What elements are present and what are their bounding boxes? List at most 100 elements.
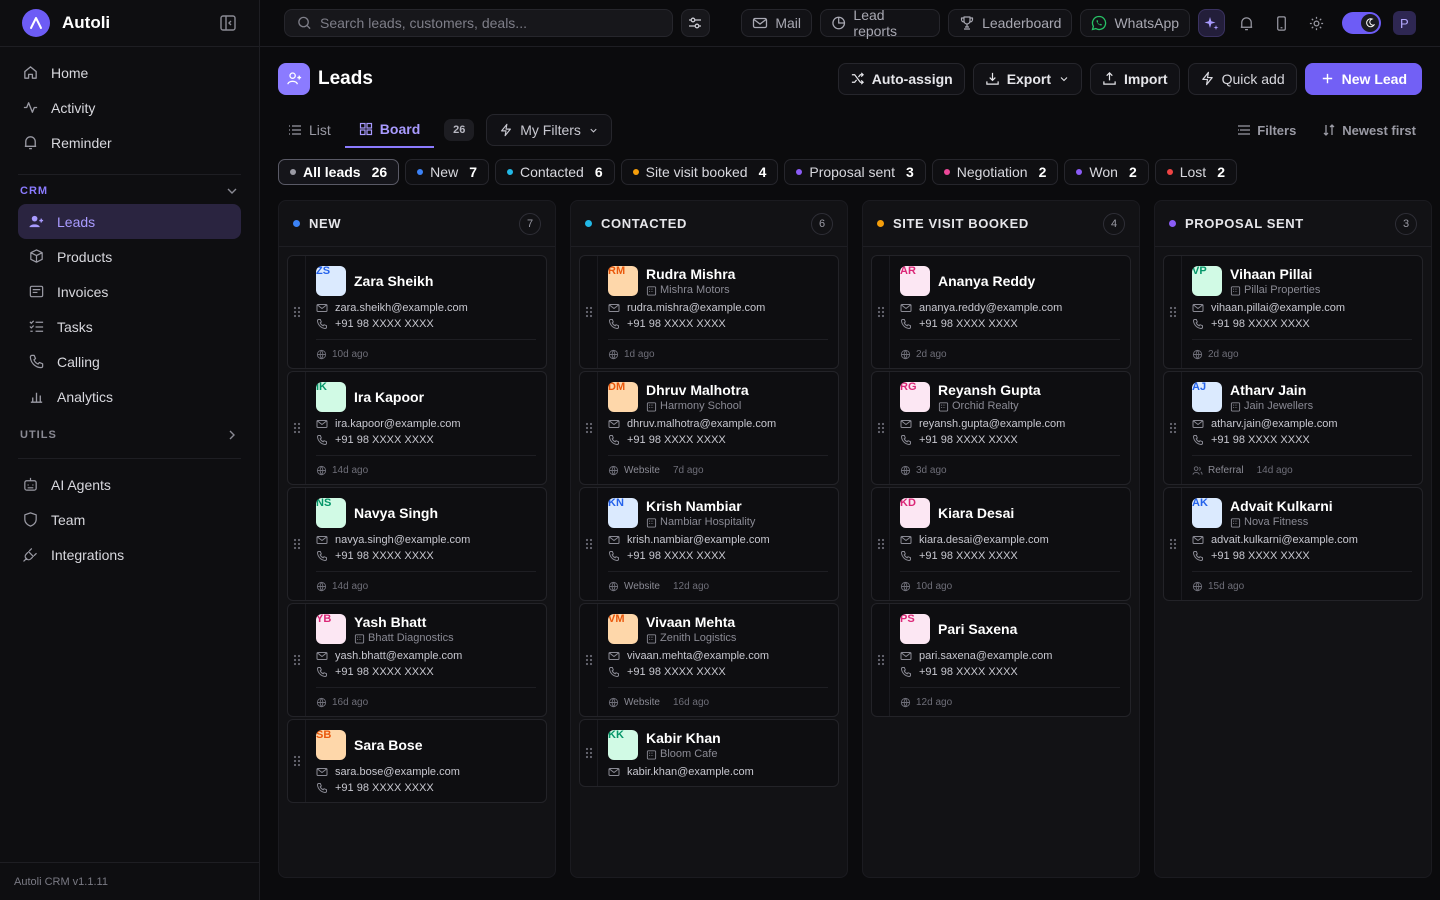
card-grip[interactable]: [1164, 256, 1182, 368]
lead-name[interactable]: Ira Kapoor: [354, 389, 424, 405]
lead-phone[interactable]: +91 98 XXXX XXXX: [608, 666, 828, 678]
sort-button[interactable]: Newest first: [1312, 123, 1426, 138]
drag-handle-icon[interactable]: [584, 421, 594, 435]
lead-name[interactable]: Navya Singh: [354, 505, 438, 521]
nav-products[interactable]: Products: [18, 239, 241, 274]
lead-phone[interactable]: +91 98 XXXX XXXX: [900, 666, 1120, 678]
lead-reports-link[interactable]: Lead reports: [820, 7, 941, 39]
nav-calling[interactable]: Calling: [18, 344, 241, 379]
lead-card[interactable]: ZS Zara Sheikh zara.sheikh@example.com +91 …: [287, 255, 547, 369]
lead-email[interactable]: ananya.reddy@example.com: [900, 302, 1120, 314]
lead-phone[interactable]: +91 98 XXXX XXXX: [1192, 550, 1412, 562]
notifications-button[interactable]: [1233, 9, 1260, 37]
filters-button[interactable]: Filters: [1227, 123, 1306, 138]
drag-handle-icon[interactable]: [292, 537, 302, 551]
tab-board[interactable]: Board: [344, 112, 435, 148]
drag-handle-icon[interactable]: [584, 537, 594, 551]
card-grip[interactable]: [872, 372, 890, 484]
lead-email[interactable]: krish.nambiar@example.com: [608, 534, 828, 546]
lead-card[interactable]: KN Krish Nambiar Nambiar Hospitality krish.…: [579, 487, 839, 601]
drag-handle-icon[interactable]: [292, 305, 302, 319]
drag-handle-icon[interactable]: [584, 305, 594, 319]
search-filter-button[interactable]: [680, 9, 710, 37]
ai-sparkle-button[interactable]: [1198, 9, 1226, 37]
lead-name[interactable]: Pari Saxena: [938, 621, 1017, 637]
lead-card[interactable]: YB Yash Bhatt Bhatt Diagnostics yash.bhatt@…: [287, 603, 547, 717]
lead-phone[interactable]: +91 98 XXXX XXXX: [316, 434, 536, 446]
lead-card[interactable]: RM Rudra Mishra Mishra Motors rudra.mishra@…: [579, 255, 839, 369]
quick-add-button[interactable]: Quick add: [1187, 62, 1297, 95]
lead-email[interactable]: kabir.khan@example.com: [608, 766, 828, 778]
card-grip[interactable]: [1164, 488, 1182, 600]
lead-phone[interactable]: +91 98 XXXX XXXX: [900, 318, 1120, 330]
card-grip[interactable]: [580, 720, 598, 786]
lead-card[interactable]: AJ Atharv Jain Jain Jewellers atharv.jain@e…: [1163, 371, 1423, 485]
auto-assign-button[interactable]: Auto-assign: [837, 62, 965, 95]
lead-email[interactable]: dhruv.malhotra@example.com: [608, 418, 828, 430]
lead-card[interactable]: IK Ira Kapoor ira.kapoor@example.com +91 98…: [287, 371, 547, 485]
lead-name[interactable]: Krish Nambiar: [646, 498, 755, 514]
lead-phone[interactable]: +91 98 XXXX XXXX: [316, 666, 536, 678]
drag-handle-icon[interactable]: [1168, 537, 1178, 551]
lead-phone[interactable]: +91 98 XXXX XXXX: [1192, 318, 1412, 330]
drag-handle-icon[interactable]: [876, 305, 886, 319]
theme-toggle[interactable]: [1342, 12, 1381, 34]
lead-name[interactable]: Atharv Jain: [1230, 382, 1313, 398]
lead-card[interactable]: RG Reyansh Gupta Orchid Realty reyansh.gupt…: [871, 371, 1131, 485]
new-lead-button[interactable]: New Lead: [1304, 62, 1422, 95]
import-button[interactable]: Import: [1090, 62, 1180, 95]
stage-chip[interactable]: Negotiation 2: [931, 159, 1059, 185]
export-button[interactable]: Export: [972, 62, 1083, 95]
lead-phone[interactable]: +91 98 XXXX XXXX: [316, 782, 536, 794]
lead-phone[interactable]: +91 98 XXXX XXXX: [900, 550, 1120, 562]
drag-handle-icon[interactable]: [1168, 421, 1178, 435]
lead-name[interactable]: Rudra Mishra: [646, 266, 735, 282]
lead-phone[interactable]: +91 98 XXXX XXXX: [900, 434, 1120, 446]
nav-ai-agents[interactable]: AI Agents: [18, 467, 241, 502]
lead-card[interactable]: DM Dhruv Malhotra Harmony School dhruv.malh…: [579, 371, 839, 485]
card-grip[interactable]: [288, 604, 306, 716]
drag-handle-icon[interactable]: [876, 653, 886, 667]
lead-email[interactable]: sara.bose@example.com: [316, 766, 536, 778]
stage-chip[interactable]: Lost 2: [1154, 159, 1237, 185]
search-input[interactable]: [319, 15, 660, 31]
stage-chip[interactable]: Proposal sent 3: [784, 159, 926, 185]
lead-card[interactable]: AK Advait Kulkarni Nova Fitness advait.kulk…: [1163, 487, 1423, 601]
lead-email[interactable]: yash.bhatt@example.com: [316, 650, 536, 662]
card-grip[interactable]: [580, 372, 598, 484]
nav-leads[interactable]: Leads: [18, 204, 241, 239]
drag-handle-icon[interactable]: [584, 746, 594, 760]
card-grip[interactable]: [872, 256, 890, 368]
lead-card[interactable]: SB Sara Bose sara.bose@example.com +91 98 X…: [287, 719, 547, 803]
lead-name[interactable]: Advait Kulkarni: [1230, 498, 1333, 514]
drag-handle-icon[interactable]: [876, 421, 886, 435]
lead-phone[interactable]: +91 98 XXXX XXXX: [316, 318, 536, 330]
nav-home[interactable]: Home: [18, 55, 241, 90]
lead-name[interactable]: Dhruv Malhotra: [646, 382, 749, 398]
lead-card[interactable]: VP Vihaan Pillai Pillai Properties vihaan.p…: [1163, 255, 1423, 369]
lead-name[interactable]: Ananya Reddy: [938, 273, 1035, 289]
lead-phone[interactable]: +91 98 XXXX XXXX: [1192, 434, 1412, 446]
collapse-sidebar-icon[interactable]: [219, 14, 237, 32]
lead-email[interactable]: vivaan.mehta@example.com: [608, 650, 828, 662]
card-grip[interactable]: [1164, 372, 1182, 484]
lead-email[interactable]: kiara.desai@example.com: [900, 534, 1120, 546]
stage-chip[interactable]: Contacted 6: [494, 159, 615, 185]
mail-link[interactable]: Mail: [741, 9, 812, 37]
lead-card[interactable]: PS Pari Saxena pari.saxena@example.com +91 …: [871, 603, 1131, 717]
lead-phone[interactable]: +91 98 XXXX XXXX: [608, 550, 828, 562]
stage-chip[interactable]: Won 2: [1064, 159, 1149, 185]
lead-card[interactable]: KD Kiara Desai kiara.desai@example.com +91 …: [871, 487, 1131, 601]
drag-handle-icon[interactable]: [292, 421, 302, 435]
card-grip[interactable]: [580, 488, 598, 600]
section-crm[interactable]: CRM: [18, 174, 241, 204]
lead-phone[interactable]: +91 98 XXXX XXXX: [608, 434, 828, 446]
drag-handle-icon[interactable]: [876, 537, 886, 551]
lead-name[interactable]: Vihaan Pillai: [1230, 266, 1320, 282]
lead-card[interactable]: AR Ananya Reddy ananya.reddy@example.com +9…: [871, 255, 1131, 369]
settings-button[interactable]: [1303, 9, 1330, 37]
nav-integrations[interactable]: Integrations: [18, 537, 241, 572]
lead-name[interactable]: Vivaan Mehta: [646, 614, 736, 630]
card-grip[interactable]: [288, 256, 306, 368]
lead-card[interactable]: KK Kabir Khan Bloom Cafe kabir.khan@example…: [579, 719, 839, 787]
